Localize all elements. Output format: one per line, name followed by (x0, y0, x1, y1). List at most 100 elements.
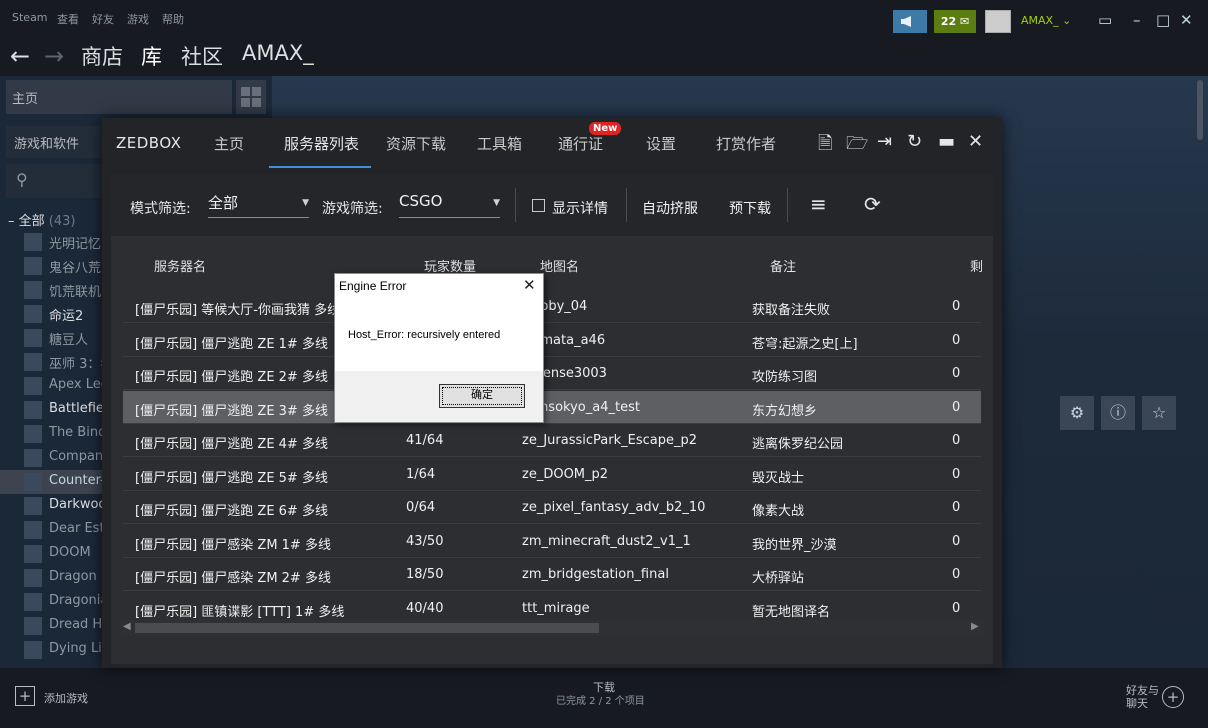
cell-map: zm_minecraft_dust2_v1_1 (522, 534, 691, 549)
settings-gear-button[interactable]: ⚙ (1060, 396, 1094, 430)
auto-squeeze-button[interactable]: 自动挤服 (642, 198, 698, 218)
cell-remaining: 0 (952, 601, 961, 616)
menu-view[interactable]: 查看 (57, 11, 79, 27)
library-home-button[interactable]: 主页 (6, 80, 232, 114)
table-row[interactable]: [僵尸乐园] 僵尸逃跑 ZE 5# 多线 1/64 ze_DOOM_p2 毁灭战士 0 (123, 458, 981, 491)
megaphone-icon (901, 16, 911, 27)
friends-plus-icon[interactable]: + (1162, 686, 1184, 708)
game-name: 命运2 (49, 309, 84, 324)
table-row[interactable]: [僵尸乐园] 僵尸逃跑 ZE 4# 多线 41/64 ze_JurassicPark… (123, 424, 981, 457)
folder-icon[interactable]: 🗁 (846, 131, 868, 161)
grid-view-button[interactable] (236, 80, 266, 114)
game-icon (24, 305, 42, 323)
nav-store[interactable]: 商店 (81, 41, 123, 71)
close-icon[interactable]: ✕ (523, 276, 536, 294)
table-row[interactable]: [僵尸乐园] 僵尸感染 ZM 2# 多线 18/50 zm_bridgestatio… (123, 558, 981, 591)
game-icon (24, 401, 42, 419)
ok-button[interactable]: 确定 (439, 384, 525, 408)
column-server-name[interactable]: 服务器名 (154, 256, 206, 275)
column-note[interactable]: 备注 (770, 256, 796, 275)
scroll-right-icon[interactable]: ▶ (971, 621, 979, 632)
table-row[interactable]: [僵尸乐园] 僵尸逃跑 ZE 2# 多线 defense3003 攻防练习图 0 (123, 357, 981, 390)
menu-help[interactable]: 帮助 (162, 11, 184, 27)
table-row[interactable]: [僵尸乐园] 僵尸逃跑 ZE 3# 多线 Gensokyo_a4_test 东方幻想… (123, 391, 981, 424)
table-row[interactable]: [僵尸乐园] 等候大厅-你画我猜 多线 _lobby_04 获取备注失败 0 (123, 290, 981, 323)
edit-list-icon[interactable]: ≡ (810, 192, 827, 216)
maximize-icon[interactable]: □ (1156, 11, 1170, 29)
column-remaining[interactable]: 剩 (970, 256, 983, 275)
table-header: 服务器名 玩家数量 地图名 备注 剩 (111, 236, 993, 292)
horizontal-scrollbar[interactable]: ◀ ▶ (121, 620, 983, 636)
info-button[interactable]: ⓘ (1101, 396, 1135, 430)
show-details-checkbox[interactable] (532, 199, 545, 212)
tab-server-list[interactable]: 服务器列表 (284, 133, 359, 154)
menu-games[interactable]: 游戏 (127, 11, 149, 27)
export-icon[interactable]: ⇥ (877, 131, 892, 152)
forward-arrow-icon[interactable]: → (44, 42, 64, 70)
cell-server-name: [僵尸乐园] 僵尸感染 ZM 1# 多线 (135, 538, 331, 553)
nav-community[interactable]: 社区 (181, 41, 223, 71)
menu-steam[interactable]: Steam (12, 11, 48, 24)
tab-donate[interactable]: 打赏作者 (716, 133, 776, 154)
scroll-thumb[interactable] (135, 623, 599, 633)
pre-download-button[interactable]: 预下载 (729, 198, 771, 218)
engine-error-dialog: Engine Error ✕ Host_Error: recursively e… (334, 273, 544, 423)
big-picture-icon[interactable]: ▭ (1098, 11, 1112, 29)
dialog-titlebar[interactable]: Engine Error ✕ (335, 274, 543, 299)
game-icon (24, 521, 42, 539)
scroll-left-icon[interactable]: ◀ (123, 621, 131, 632)
cell-remaining: 0 (952, 333, 961, 348)
mode-filter-select[interactable]: 全部 ▼ (208, 192, 309, 218)
tab-toolbox[interactable]: 工具箱 (477, 133, 522, 154)
close-icon[interactable]: ✕ (1180, 11, 1193, 29)
account-menu[interactable]: AMAX_ ⌄ (1021, 14, 1071, 27)
favorite-star-button[interactable]: ☆ (1142, 396, 1176, 430)
back-arrow-icon[interactable]: ← (10, 42, 30, 70)
main-scrollbar[interactable] (1197, 80, 1203, 140)
minimize-icon[interactable]: – (1133, 11, 1141, 29)
table-row[interactable]: [僵尸乐园] 僵尸逃跑 ZE 6# 多线 0/64 ze_pixel_fantasy… (123, 491, 981, 524)
add-game-icon[interactable]: + (15, 686, 35, 706)
notifications-button[interactable]: 22 ✉ (934, 10, 976, 33)
cell-remaining: 0 (952, 467, 961, 482)
column-map[interactable]: 地图名 (540, 256, 579, 275)
menu-friends[interactable]: 好友 (92, 11, 114, 27)
game-name: Counter- (49, 473, 105, 488)
cell-map: ze_pixel_fantasy_adv_b2_10 (522, 500, 706, 515)
friends-chat-button[interactable]: 好友与聊天 (1126, 684, 1166, 710)
refresh-icon[interactable]: ↻ (907, 131, 922, 152)
tab-settings[interactable]: 设置 (646, 133, 676, 154)
file-settings-icon[interactable]: 🗎 (818, 131, 832, 161)
game-name: Darkwoo (49, 497, 107, 512)
nav-library[interactable]: 库 (141, 41, 162, 71)
show-details-label[interactable]: 显示详情 (552, 198, 608, 218)
cell-map: ze_DOOM_p2 (522, 467, 609, 482)
cell-server-name: [僵尸乐园] 僵尸逃跑 ZE 5# 多线 (135, 471, 328, 486)
all-games-header[interactable]: – 全部 (43) (8, 210, 75, 229)
game-icon (24, 641, 42, 659)
active-tab-indicator (269, 166, 371, 168)
game-icon (24, 545, 42, 563)
announcement-button[interactable] (893, 10, 927, 33)
new-badge: New (589, 122, 622, 135)
steam-navbar: ← → 商店 库 社区 AMAX_ (0, 38, 1208, 76)
close-icon[interactable]: ✕ (968, 131, 983, 152)
tab-pass[interactable]: 通行证 (558, 133, 603, 154)
cell-note: 东方幻想乡 (752, 404, 818, 419)
add-game-button[interactable]: 添加游戏 (44, 690, 88, 706)
minimize-icon[interactable]: ▬ (938, 131, 955, 152)
cell-players: 18/50 (406, 567, 444, 582)
game-icon (24, 473, 42, 491)
tab-resource-download[interactable]: 资源下载 (386, 133, 446, 154)
avatar[interactable] (985, 10, 1011, 33)
steam-bottom-bar: + 添加游戏 下载 已完成 2 / 2 个项目 好友与聊天 + (0, 668, 1208, 728)
toolbar-divider (515, 188, 516, 222)
refresh-icon[interactable]: ⟳ (864, 192, 881, 216)
tab-home[interactable]: 主页 (214, 133, 244, 154)
table-row[interactable]: [僵尸乐园] 僵尸感染 ZM 1# 多线 43/50 zm_minecraft_du… (123, 525, 981, 558)
nav-profile[interactable]: AMAX_ (242, 41, 314, 65)
game-filter-select[interactable]: CSGO ▼ (399, 192, 500, 218)
zedbox-title: ZEDBOX (116, 134, 182, 152)
chevron-down-icon: ▼ (493, 198, 500, 208)
table-row[interactable]: [僵尸乐园] 僵尸逃跑 ZE 1# 多线 izomata_a46 苍穹:起源之史[上… (123, 324, 981, 357)
